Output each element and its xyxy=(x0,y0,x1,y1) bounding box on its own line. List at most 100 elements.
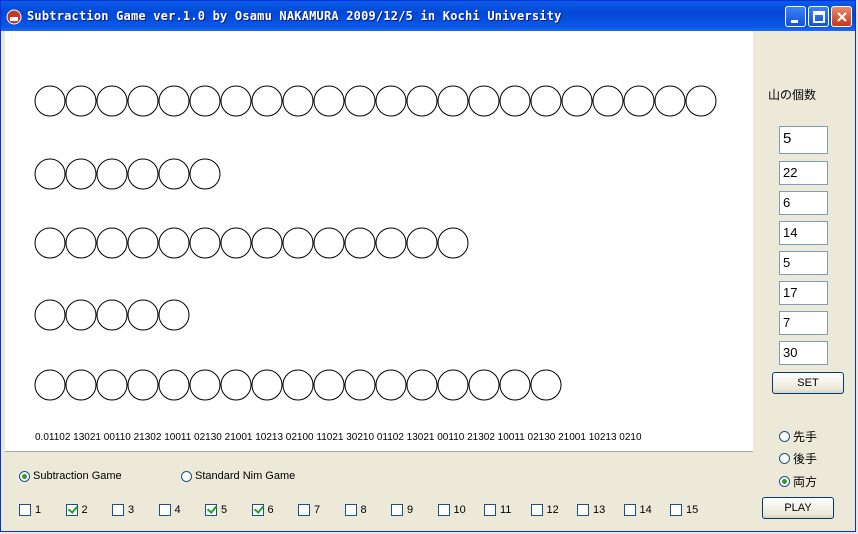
pile-size-input-4[interactable]: 5 xyxy=(779,251,828,275)
stone[interactable] xyxy=(437,85,469,117)
subtract-option-13[interactable]: 13 xyxy=(577,504,605,516)
stone[interactable] xyxy=(158,85,190,117)
stone[interactable] xyxy=(313,227,345,259)
checkbox[interactable] xyxy=(391,504,403,516)
pile-row-5[interactable] xyxy=(34,369,562,401)
stone[interactable] xyxy=(34,85,66,117)
pile-size-input-3[interactable]: 14 xyxy=(779,221,828,245)
pile-size-input-2[interactable]: 6 xyxy=(779,191,828,215)
stone[interactable] xyxy=(499,85,531,117)
checkbox[interactable] xyxy=(577,504,589,516)
stone[interactable] xyxy=(406,227,438,259)
radio-indicator[interactable] xyxy=(19,470,30,482)
pile-size-input-7[interactable]: 30 xyxy=(779,341,828,365)
stone[interactable] xyxy=(189,369,221,401)
subtract-option-12[interactable]: 12 xyxy=(530,504,559,516)
stone[interactable] xyxy=(313,369,345,401)
mode-subtraction-radio[interactable]: Subtraction Game xyxy=(19,470,122,482)
checkbox[interactable] xyxy=(158,504,171,516)
stone[interactable] xyxy=(344,369,376,401)
stone[interactable] xyxy=(251,369,283,401)
stone[interactable] xyxy=(65,158,97,190)
stone[interactable] xyxy=(96,369,128,401)
game-board[interactable]: 0.01102 13021 00110 21302 10011 02130 21… xyxy=(5,31,753,451)
stone[interactable] xyxy=(499,369,531,401)
pile-size-input-5[interactable]: 17 xyxy=(779,281,828,305)
title-bar[interactable]: Subtraction Game ver.1.0 by Osamu NAKAMU… xyxy=(1,1,855,31)
stone[interactable] xyxy=(375,227,407,259)
checkbox[interactable] xyxy=(670,504,682,516)
checkbox[interactable] xyxy=(484,504,496,516)
stone[interactable] xyxy=(158,299,190,331)
subtract-option-7[interactable]: 7 xyxy=(298,504,320,516)
subtract-option-1[interactable]: 1 xyxy=(19,504,41,516)
stone[interactable] xyxy=(282,369,314,401)
stone[interactable] xyxy=(220,369,252,401)
stone[interactable] xyxy=(34,369,66,401)
subtract-option-14[interactable]: 14 xyxy=(623,504,652,516)
stone[interactable] xyxy=(34,227,66,259)
stone[interactable] xyxy=(623,85,655,117)
stone[interactable] xyxy=(65,85,97,117)
checkbox[interactable] xyxy=(623,504,636,516)
pile-row-2[interactable] xyxy=(34,158,221,190)
stone[interactable] xyxy=(406,369,438,401)
stone[interactable] xyxy=(654,85,686,117)
stone[interactable] xyxy=(685,85,717,117)
radio-indicator[interactable] xyxy=(779,476,790,487)
radio-indicator[interactable] xyxy=(779,453,790,464)
checkbox[interactable] xyxy=(251,504,264,516)
stone[interactable] xyxy=(468,369,500,401)
stone[interactable] xyxy=(189,85,221,117)
play-button[interactable]: PLAY xyxy=(762,497,834,519)
stone[interactable] xyxy=(65,369,97,401)
stone[interactable] xyxy=(344,227,376,259)
stone[interactable] xyxy=(530,85,562,117)
stone[interactable] xyxy=(127,227,159,259)
pile-size-input-1[interactable]: 22 xyxy=(779,161,828,185)
subtract-option-5[interactable]: 5 xyxy=(205,504,227,516)
subtract-option-10[interactable]: 10 xyxy=(437,504,466,516)
stone[interactable] xyxy=(65,227,97,259)
maximize-button[interactable] xyxy=(808,6,829,27)
stone[interactable] xyxy=(561,85,593,117)
stone[interactable] xyxy=(530,369,562,401)
checkbox[interactable] xyxy=(205,504,217,516)
stone[interactable] xyxy=(375,85,407,117)
stone[interactable] xyxy=(220,227,252,259)
stone[interactable] xyxy=(96,158,128,190)
stone[interactable] xyxy=(282,85,314,117)
minimize-button[interactable] xyxy=(785,6,806,27)
stone[interactable] xyxy=(96,85,128,117)
close-button[interactable] xyxy=(831,6,852,27)
checkbox[interactable] xyxy=(112,504,124,516)
stone[interactable] xyxy=(344,85,376,117)
stone[interactable] xyxy=(127,299,159,331)
stone[interactable] xyxy=(34,299,66,331)
stone[interactable] xyxy=(220,85,252,117)
stone[interactable] xyxy=(158,158,190,190)
stone[interactable] xyxy=(96,227,128,259)
checkbox[interactable] xyxy=(65,504,78,516)
stone[interactable] xyxy=(313,85,345,117)
stone[interactable] xyxy=(251,85,283,117)
subtract-option-8[interactable]: 8 xyxy=(344,504,367,516)
stone[interactable] xyxy=(406,85,438,117)
radio-indicator[interactable] xyxy=(779,431,790,442)
stone[interactable] xyxy=(468,85,500,117)
subtract-option-15[interactable]: 15 xyxy=(670,504,698,516)
set-button[interactable]: SET xyxy=(772,372,844,394)
stone[interactable] xyxy=(65,299,97,331)
stone[interactable] xyxy=(158,369,190,401)
checkbox[interactable] xyxy=(344,504,357,516)
stone[interactable] xyxy=(127,158,159,190)
subtract-option-4[interactable]: 4 xyxy=(158,504,181,516)
pile-row-4[interactable] xyxy=(34,299,190,331)
subtract-option-3[interactable]: 3 xyxy=(112,504,134,516)
checkbox[interactable] xyxy=(437,504,450,516)
radio-indicator[interactable] xyxy=(181,470,192,482)
order-both-radio[interactable]: 両方 xyxy=(779,473,817,490)
pile-row-1[interactable] xyxy=(34,85,717,117)
order-second-radio[interactable]: 後手 xyxy=(779,450,817,467)
stone[interactable] xyxy=(375,369,407,401)
